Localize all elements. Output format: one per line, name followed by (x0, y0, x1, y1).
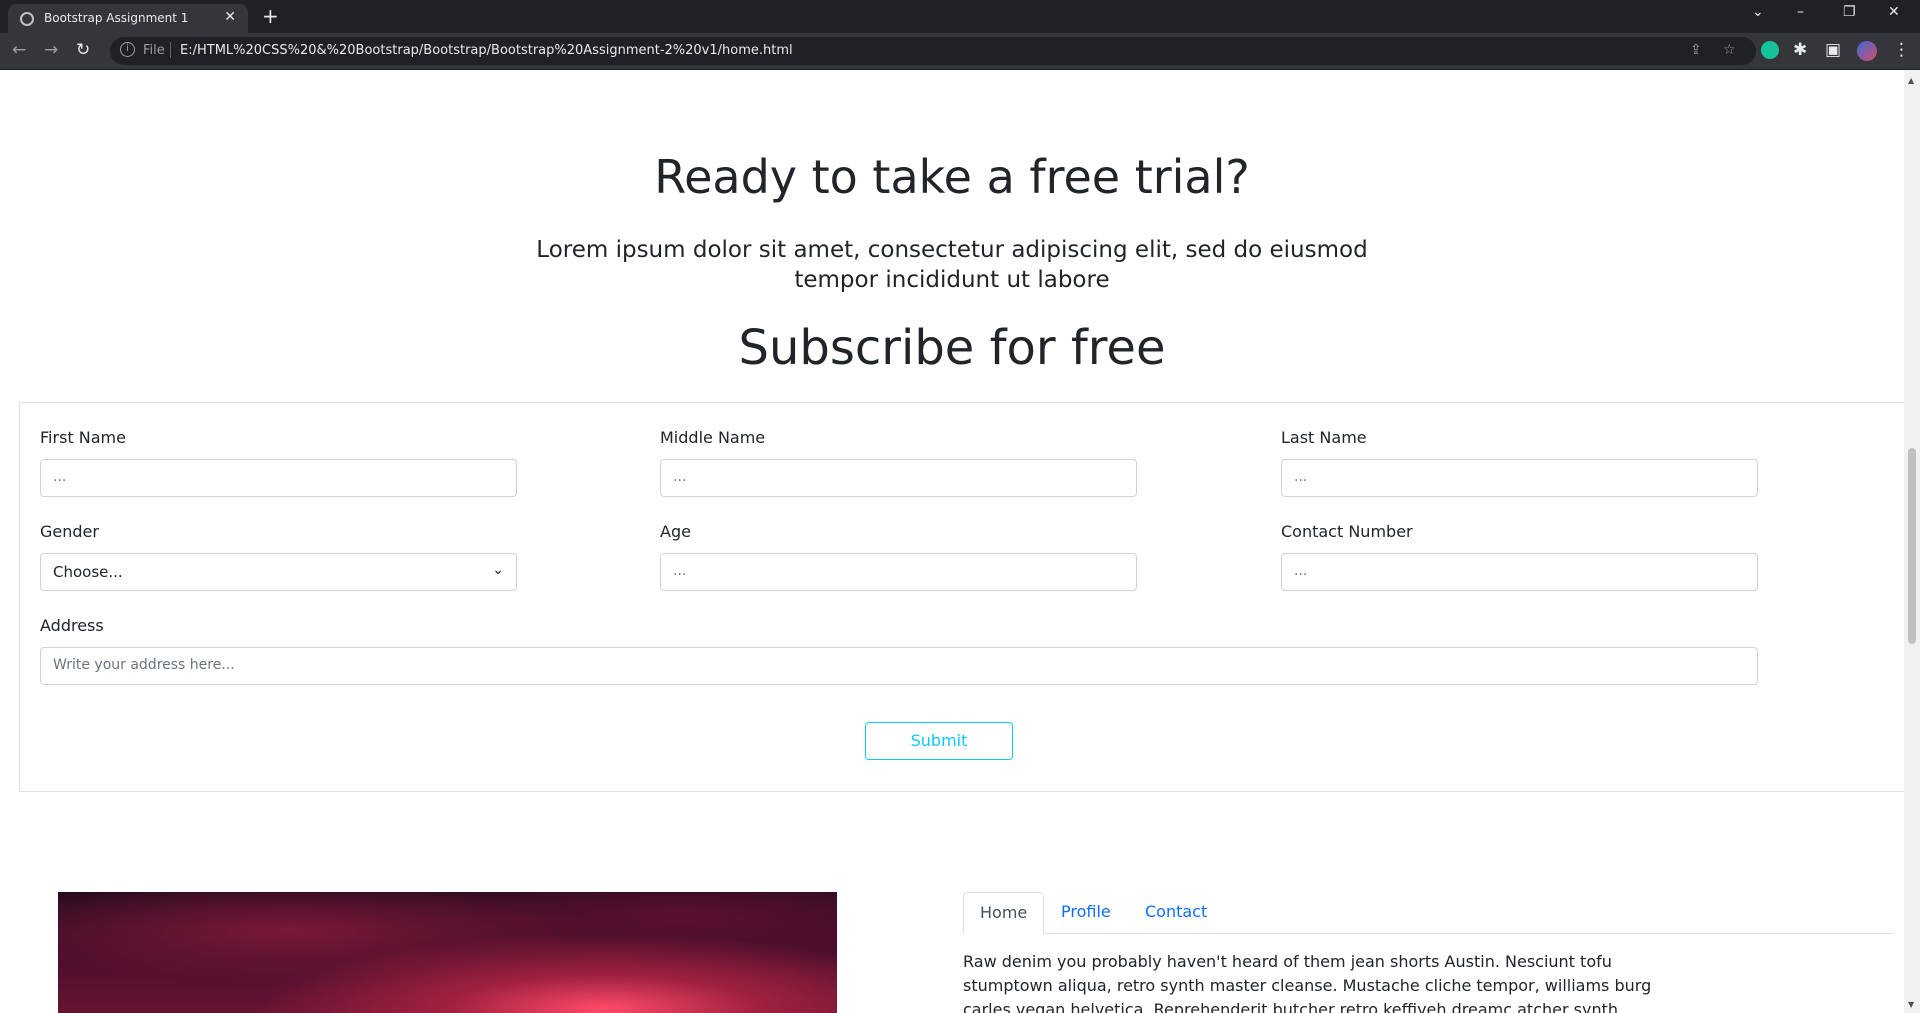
sidepanel-icon[interactable]: ▣ (1825, 40, 1841, 60)
tab-home[interactable]: Home (963, 892, 1045, 934)
tab-panel-text: Raw denim you probably haven't heard of … (963, 952, 1652, 1013)
contact-number-label: Contact Number (1281, 522, 1413, 541)
extensions-icon[interactable]: ✱ (1793, 40, 1807, 60)
grammarly-icon[interactable] (1761, 41, 1779, 59)
last-name-field[interactable]: ... (1281, 459, 1758, 497)
subscribe-heading: Subscribe for free (738, 320, 1166, 376)
menu-icon[interactable]: ⋮ (1893, 40, 1910, 60)
page-content: Ready to take a free trial? Lorem ipsum … (0, 70, 1904, 1013)
browser-tab[interactable]: Bootstrap Assignment 1 ✕ (8, 4, 248, 33)
share-icon[interactable]: ⇪ (1690, 42, 1702, 58)
address-field[interactable]: Write your address here... (40, 647, 1758, 685)
restore-icon[interactable]: ❐ (1843, 4, 1856, 20)
back-icon[interactable]: ← (12, 40, 26, 60)
tab-profile[interactable]: Profile (1045, 892, 1127, 934)
browser-tabbar: Bootstrap Assignment 1 ✕ + ⌄ – ❐ ✕ (0, 0, 1920, 33)
tab-search-icon[interactable]: ⌄ (1752, 4, 1764, 20)
red-clouds-image (58, 892, 837, 1013)
trial-lead: Lorem ipsum dolor sit amet, consectetur … (536, 237, 1368, 293)
url-text[interactable]: E:/HTML%20CSS%20&%20Bootstrap/Bootstrap/… (180, 43, 793, 58)
chevron-down-icon: ⌄ (492, 562, 504, 578)
window-close-icon[interactable]: ✕ (1888, 4, 1900, 20)
age-label: Age (660, 522, 691, 541)
middle-name-field[interactable]: ... (660, 459, 1137, 497)
address-label: Address (40, 616, 104, 635)
tab-list: Home Profile Contact (963, 892, 1893, 934)
scroll-up-icon[interactable]: ▲ (1908, 76, 1914, 85)
scheme-label: File (143, 43, 165, 58)
scroll-down-icon[interactable]: ▼ (1908, 1000, 1914, 1009)
age-field[interactable]: ... (660, 553, 1137, 591)
middle-name-label: Middle Name (660, 428, 766, 447)
info-icon[interactable]: i (120, 42, 135, 57)
new-tab-button[interactable]: + (262, 4, 279, 28)
close-tab-icon[interactable]: ✕ (224, 9, 236, 25)
minimize-icon[interactable]: – (1797, 4, 1804, 20)
avatar[interactable] (1857, 41, 1877, 61)
globe-icon (20, 12, 34, 26)
gender-label: Gender (40, 522, 99, 541)
submit-button[interactable]: Submit (865, 722, 1013, 760)
first-name-field[interactable]: ... (40, 459, 517, 497)
last-name-label: Last Name (1281, 428, 1367, 447)
forward-icon[interactable]: → (44, 40, 58, 60)
tab-contact[interactable]: Contact (1129, 892, 1223, 934)
page-scrollbar[interactable]: ▲ ▼ (1904, 70, 1920, 1013)
address-bar[interactable]: i File E:/HTML%20CSS%20&%20Bootstrap/Boo… (110, 37, 1756, 65)
gender-select[interactable]: Choose... ⌄ (40, 553, 517, 591)
first-name-label: First Name (40, 428, 126, 447)
tab-title: Bootstrap Assignment 1 (44, 11, 189, 25)
star-icon[interactable]: ☆ (1723, 42, 1736, 58)
gender-selected-value: Choose... (53, 563, 123, 581)
separator (170, 42, 171, 58)
contact-number-field[interactable]: ... (1281, 553, 1758, 591)
browser-toolbar: ← → ↻ i File E:/HTML%20CSS%20&%20Bootstr… (0, 33, 1920, 70)
scrollbar-thumb[interactable] (1908, 448, 1916, 644)
reload-icon[interactable]: ↻ (76, 40, 90, 60)
trial-heading: Ready to take a free trial? (654, 150, 1250, 204)
